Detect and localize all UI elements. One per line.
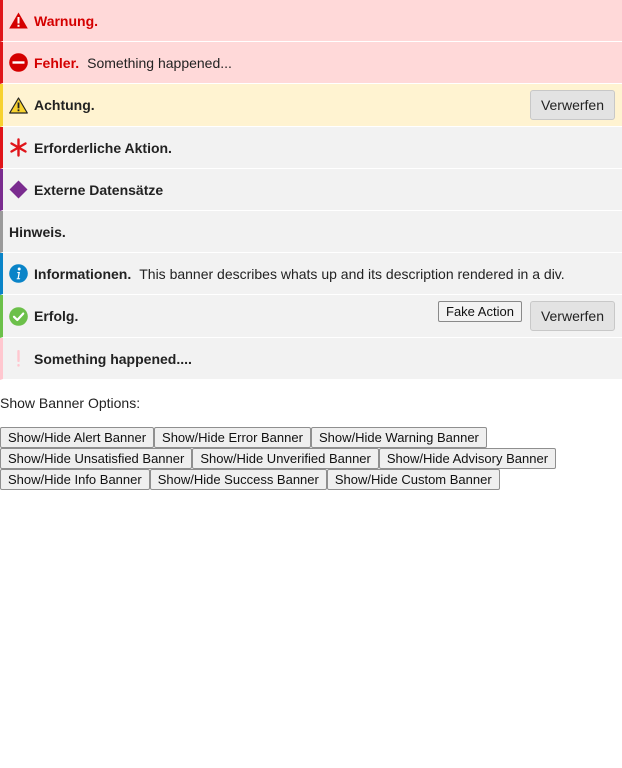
exclamation-icon	[9, 349, 28, 368]
alert-banner-title: Warnung.	[34, 12, 99, 29]
toggle-advisory-banner-button[interactable]: Show/Hide Advisory Banner	[378, 448, 557, 469]
info-banner: Informationen. This banner describes wha…	[0, 253, 622, 295]
error-banner: Fehler. Something happened...	[0, 42, 622, 84]
options-row: Show/Hide Alert Banner Show/Hide Error B…	[0, 427, 487, 448]
warning-dismiss-button[interactable]: Verwerfen	[529, 90, 615, 120]
alert-banner: Warnung.	[0, 0, 622, 42]
success-dismiss-button[interactable]: Verwerfen	[529, 301, 615, 331]
info-icon	[9, 264, 28, 283]
success-banner: Erfolg. Fake Action Verwerfen	[0, 295, 622, 338]
advisory-banner-title: Hinweis.	[9, 223, 66, 240]
toggle-success-banner-button[interactable]: Show/Hide Success Banner	[149, 469, 327, 490]
toggle-unverified-banner-button[interactable]: Show/Hide Unverified Banner	[192, 448, 379, 469]
unsatisfied-banner-title: Erforderliche Aktion.	[34, 139, 172, 156]
success-banner-title: Erfolg.	[34, 308, 79, 324]
warning-banner-title: Achtung.	[34, 97, 95, 113]
info-banner-description: This banner describes whats up and its d…	[139, 265, 565, 282]
diamond-icon	[9, 180, 28, 199]
banner-options-label: Show Banner Options:	[0, 395, 141, 411]
unverified-banner-title: Externe Datensätze	[34, 181, 164, 198]
options-row: Show/Hide Info Banner Show/Hide Success …	[0, 469, 500, 490]
error-banner-title: Fehler.	[34, 54, 80, 71]
info-banner-title: Informationen.	[34, 265, 132, 282]
error-banner-description: Something happened...	[87, 54, 232, 71]
custom-banner-title: Something happened....	[34, 350, 192, 367]
no-entry-icon	[9, 53, 28, 72]
fake-action-button[interactable]: Fake Action	[438, 301, 522, 322]
toggle-error-banner-button[interactable]: Show/Hide Error Banner	[154, 427, 311, 448]
advisory-banner: Hinweis.	[0, 211, 622, 253]
toggle-unsatisfied-banner-button[interactable]: Show/Hide Unsatisfied Banner	[0, 448, 193, 469]
toggle-alert-banner-button[interactable]: Show/Hide Alert Banner	[0, 427, 155, 448]
custom-banner: Something happened....	[0, 338, 622, 380]
unsatisfied-banner: Erforderliche Aktion.	[0, 127, 622, 169]
asterisk-icon	[9, 138, 28, 157]
toggle-info-banner-button[interactable]: Show/Hide Info Banner	[0, 469, 150, 490]
alert-triangle-icon	[9, 11, 28, 30]
options-row: Show/Hide Unsatisfied Banner Show/Hide U…	[0, 448, 557, 469]
check-circle-icon	[9, 306, 28, 326]
toggle-custom-banner-button[interactable]: Show/Hide Custom Banner	[326, 469, 500, 490]
warning-triangle-icon	[9, 96, 28, 115]
unverified-banner: Externe Datensätze	[0, 169, 622, 211]
toggle-warning-banner-button[interactable]: Show/Hide Warning Banner	[310, 427, 487, 448]
warning-banner: Achtung. Verwerfen	[0, 84, 622, 127]
